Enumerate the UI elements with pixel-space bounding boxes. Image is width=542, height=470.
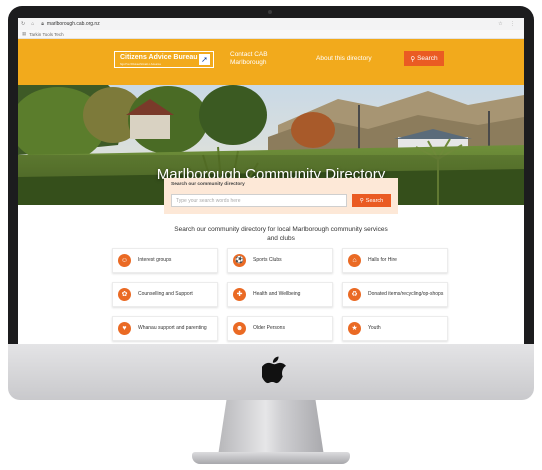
category-label: Whanau support and parenting xyxy=(138,325,207,332)
panel-search-button[interactable]: ⚲ Search xyxy=(352,194,391,207)
header-search-label: Search xyxy=(417,55,438,62)
category-label: Health and Wellbeing xyxy=(253,291,301,298)
monitor-stand-base xyxy=(192,452,350,464)
site-header: Citizens Advice Bureau Ngā Pou Whakawhir… xyxy=(18,39,524,85)
search-panel: Search our community directory ⚲ Search xyxy=(164,178,398,214)
recycle-icon: ♻ xyxy=(348,288,361,301)
home-icon[interactable]: ⌂ xyxy=(28,21,37,27)
monitor-chin xyxy=(8,344,534,400)
address-bar[interactable]: 🔒︎ marlborough.cab.org.nz xyxy=(41,21,99,27)
category-sports-clubs[interactable]: ⚽ Sports Clubs xyxy=(227,248,333,273)
logo-tagline: Ngā Pou Whakawhirinaki o Aotearoa xyxy=(120,63,161,66)
reload-icon[interactable]: ↻ xyxy=(18,21,28,27)
panel-search-label: Search xyxy=(365,197,384,204)
monitor-stand xyxy=(218,400,324,456)
medical-icon: ✚ xyxy=(233,288,246,301)
search-input[interactable] xyxy=(171,194,347,207)
apple-logo-icon xyxy=(262,356,286,384)
logo-text: Citizens Advice Bureau xyxy=(120,54,198,61)
bookmarks-bar: ▦ Tarkin Tools Tech xyxy=(18,30,524,39)
imac-monitor: ↻ ⌂ 🔒︎ marlborough.cab.org.nz ☆ ⋮ ▦ Tarki… xyxy=(8,6,534,384)
category-interest-groups[interactable]: ☺ Interest groups xyxy=(112,248,218,273)
family-icon: ♥ xyxy=(118,322,131,335)
contact-line-1: Contact CAB xyxy=(230,51,268,58)
bookmark-item[interactable]: Tarkin Tools Tech xyxy=(29,32,63,37)
search-icon: ⚲ xyxy=(410,55,416,63)
category-whanau-support[interactable]: ♥ Whanau support and parenting xyxy=(112,316,218,341)
category-donated-items[interactable]: ♻ Donated items/recycling/op-shops xyxy=(342,282,448,307)
category-label: Youth xyxy=(368,325,381,332)
category-counselling-support[interactable]: ✿ Counselling and Support xyxy=(112,282,218,307)
contact-line-2: Marlborough xyxy=(230,59,267,66)
logo-mark-icon: ➚ xyxy=(199,54,210,65)
category-label: Donated items/recycling/op-shops xyxy=(368,291,444,298)
contact-cab-link[interactable]: Contact CAB Marlborough xyxy=(230,51,268,67)
house-icon: ⌂ xyxy=(348,254,361,267)
people-icon: ☺ xyxy=(118,254,131,267)
category-halls-for-hire[interactable]: ⌂ Halls for Hire xyxy=(342,248,448,273)
category-label: Halls for Hire xyxy=(368,257,397,264)
support-icon: ✿ xyxy=(118,288,131,301)
browser-toolbar: ↻ ⌂ 🔒︎ marlborough.cab.org.nz ☆ ⋮ xyxy=(18,18,524,30)
apps-icon[interactable]: ▦ xyxy=(22,31,26,37)
header-search-button[interactable]: ⚲ Search xyxy=(404,51,444,66)
category-label: Counselling and Support xyxy=(138,291,193,298)
category-health-wellbeing[interactable]: ✚ Health and Wellbeing xyxy=(227,282,333,307)
ball-icon: ⚽ xyxy=(233,254,246,267)
category-youth[interactable]: ★ Youth xyxy=(342,316,448,341)
screen: ↻ ⌂ 🔒︎ marlborough.cab.org.nz ☆ ⋮ ▦ Tarki… xyxy=(18,18,524,344)
youth-icon: ★ xyxy=(348,322,361,335)
url-text: marlborough.cab.org.nz xyxy=(46,21,100,27)
category-grid: ☺ Interest groups ⚽ Sports Clubs ⌂ Halls… xyxy=(112,248,450,341)
category-older-persons[interactable]: ☻ Older Persons xyxy=(227,316,333,341)
person-icon: ☻ xyxy=(233,322,246,335)
category-label: Sports Clubs xyxy=(253,257,282,264)
category-label: Interest groups xyxy=(138,257,172,264)
search-icon: ⚲ xyxy=(359,197,364,204)
intro-heading: Search our community directory for local… xyxy=(174,226,388,242)
browser-menu-icon[interactable]: ☆ ⋮ xyxy=(498,21,518,27)
about-directory-link[interactable]: About this directory xyxy=(316,55,372,62)
search-panel-label: Search our community directory xyxy=(171,182,245,187)
category-label: Older Persons xyxy=(253,325,285,332)
lock-icon: 🔒︎ xyxy=(41,21,44,27)
cab-logo[interactable]: Citizens Advice Bureau Ngā Pou Whakawhir… xyxy=(114,51,214,68)
camera-dot xyxy=(268,10,272,14)
